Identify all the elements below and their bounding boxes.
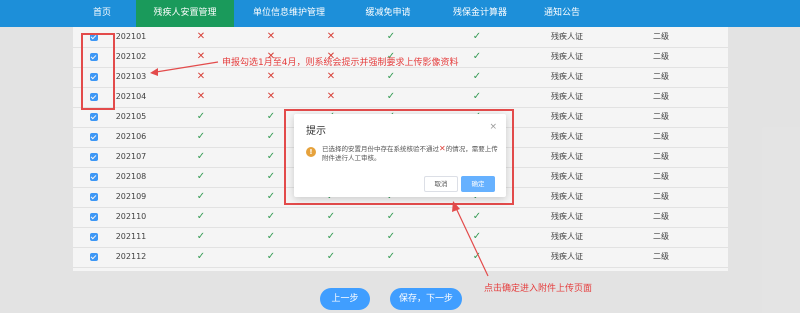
- nav-item-home[interactable]: 首页: [74, 0, 130, 27]
- annotation-arrow-top: [150, 61, 219, 76]
- save-next-button[interactable]: 保存，下一步: [390, 288, 462, 310]
- close-icon[interactable]: ×: [489, 122, 497, 132]
- nav-item-unit-info[interactable]: 单位信息维护管理: [240, 0, 338, 27]
- prev-step-button[interactable]: 上一步: [320, 288, 370, 310]
- nav-item-exemption[interactable]: 缓减免申请: [348, 0, 428, 27]
- nav-item-notice[interactable]: 通知公告: [528, 0, 596, 27]
- top-nav: 首页 残疾人安置管理 单位信息维护管理 缓减免申请 残保金计算器 通知公告: [0, 0, 800, 27]
- dialog-message-before: 已选择的安置月份中存在系统核验不通过: [322, 145, 439, 153]
- nav-item-calculator[interactable]: 残保金计算器: [440, 0, 520, 27]
- dialog-message: 已选择的安置月份中存在系统核验不通过✕的情况，需要上传附件进行人工审核。: [322, 144, 500, 163]
- annotation-bottom-note: 点击确定进入附件上传页面: [484, 284, 593, 294]
- nav-item-disabled-placement[interactable]: 残疾人安置管理: [136, 0, 234, 27]
- warning-icon: !: [306, 147, 316, 157]
- annotation-box-rows: [81, 33, 115, 110]
- confirm-button[interactable]: 确定: [461, 176, 495, 192]
- cross-icon: ✕: [439, 144, 446, 153]
- annotation-top-note: 申报勾选1月至4月，则系统会提示并强制要求上传影像资料: [222, 58, 459, 68]
- annotation-arrow-bottom: [452, 201, 489, 277]
- cancel-button[interactable]: 取消: [424, 176, 458, 192]
- prompt-dialog: 提示 × ! 已选择的安置月份中存在系统核验不通过✕的情况，需要上传附件进行人工…: [294, 114, 506, 197]
- dialog-title: 提示: [306, 126, 326, 137]
